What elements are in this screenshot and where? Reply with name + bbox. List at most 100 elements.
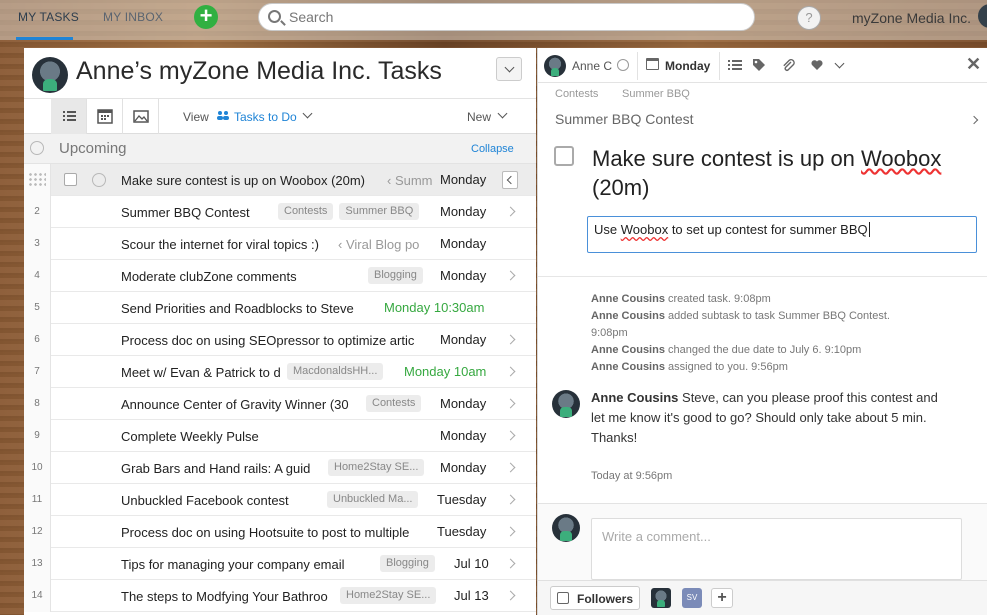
chevron-right-icon[interactable] [505,494,516,505]
due-date[interactable]: Jul 10 [454,556,489,571]
calendar-view-button[interactable] [87,99,123,134]
tag-pill[interactable]: Blogging [380,555,435,572]
tab-my-tasks[interactable]: MY TASKS [18,10,79,24]
assignee-status-circle[interactable] [617,59,629,71]
task-title[interactable]: Process doc on using SEOpressor to optim… [121,333,434,348]
chevron-down-icon[interactable] [302,108,313,119]
tag-pill[interactable]: Contests [366,395,422,412]
task-row[interactable]: 9 Complete Weekly Pulse Monday [24,420,536,452]
comment-author[interactable]: Anne Cousins [591,390,678,405]
task-title[interactable]: Summer BBQ Contest [121,205,272,220]
breadcrumb-tag[interactable]: Summer BBQ [622,88,690,100]
chevron-right-icon[interactable] [505,270,516,281]
followers-button[interactable]: Followers [550,586,640,610]
help-button[interactable]: ? [797,6,821,30]
task-title[interactable]: Scour the internet for viral topics :) [121,237,334,252]
new-dropdown[interactable]: New [467,110,491,124]
task-row[interactable]: 6 Process doc on using SEOpressor to opti… [24,324,536,356]
task-title[interactable]: Complete Weekly Pulse [121,429,434,444]
due-date[interactable]: Monday 10:30am [384,300,484,315]
subtasks-icon[interactable] [728,58,742,72]
activity-user[interactable]: Anne Cousins [591,361,665,373]
assignee-name[interactable]: Anne C [572,59,612,73]
tag-pill[interactable]: Contests [278,203,334,220]
due-date[interactable]: Monday [440,428,486,443]
task-row[interactable]: 4 Moderate clubZone comments Blogging Monda… [24,260,536,292]
chevron-right-icon[interactable] [969,115,979,125]
task-complete-circle[interactable] [92,173,106,187]
organization-name[interactable]: myZone Media Inc. [852,10,971,26]
tag-pill[interactable]: Home2Stay SE... [340,587,437,604]
add-task-button[interactable]: + [194,5,218,29]
tag-pill[interactable]: Summer BBQ [339,203,420,220]
tag-pill[interactable]: Home2Stay SE... [328,459,425,476]
parent-task-crumb[interactable]: ‹ Viral Blog po [338,237,434,252]
parent-task-crumb[interactable]: ‹ Summ [387,173,434,188]
due-date[interactable]: Monday [440,460,486,475]
due-date[interactable]: Monday [440,268,486,283]
chevron-left-icon[interactable] [502,171,518,189]
task-title[interactable]: Grab Bars and Hand rails: A guid [121,461,322,476]
task-title[interactable]: Tips for managing your company email [121,557,374,572]
task-row[interactable]: 10 Grab Bars and Hand rails: A guid Home2S… [24,452,536,484]
parent-task-link[interactable]: Summer BBQ Contest [555,111,694,127]
due-date[interactable]: Monday [440,332,486,347]
add-follower-button[interactable]: + [711,588,733,608]
due-date[interactable]: Jul 13 [454,588,489,603]
files-view-button[interactable] [123,99,159,134]
task-title[interactable]: Unbuckled Facebook contest [121,493,321,508]
activity-user[interactable]: Anne Cousins [591,310,665,322]
task-title[interactable]: Meet w/ Evan & Patrick to d [121,365,281,380]
heart-icon[interactable] [810,58,824,72]
due-date-button[interactable]: Monday [665,59,710,73]
due-date[interactable]: Monday 10am [404,364,486,379]
chevron-right-icon[interactable] [505,526,516,537]
task-row[interactable]: 2 Summer BBQ Contest Contests Summer BBQ Mon… [24,196,536,228]
activity-user[interactable]: Anne Cousins [591,293,665,305]
follower-avatar[interactable] [651,588,671,608]
task-row[interactable]: 12 Process doc on using Hootsuite to post… [24,516,536,548]
chevron-right-icon[interactable] [505,334,516,345]
task-complete-checkbox[interactable] [554,146,574,166]
tag-pill[interactable]: Unbuckled Ma... [327,491,419,508]
task-description-field[interactable]: Use Woobox to set up contest for summer … [587,216,977,253]
section-complete-circle[interactable] [30,141,44,155]
task-row[interactable]: 11 Unbuckled Facebook contest Unbuckled Ma… [24,484,536,516]
task-row[interactable]: 3 Scour the internet for viral topics :) ‹… [24,228,536,260]
task-title[interactable]: Send Priorities and Roadblocks to Steve [121,301,378,316]
chevron-down-icon[interactable] [834,58,845,69]
due-date[interactable]: Tuesday [437,524,486,539]
tag-pill[interactable]: Blogging [368,267,423,284]
chevron-right-icon[interactable] [505,590,516,601]
task-title[interactable]: Announce Center of Gravity Winner (30 [121,397,360,412]
task-title[interactable]: Process doc on using Hootsuite to post t… [121,525,431,540]
comment-input[interactable] [591,518,962,580]
title-menu-button[interactable] [496,57,522,81]
task-title[interactable]: The steps to Modfying Your Bathroo [121,589,334,604]
due-date[interactable]: Monday [440,396,486,411]
close-icon[interactable]: ✕ [966,54,981,75]
row-drag-handle[interactable] [24,164,51,196]
tag-icon[interactable] [752,58,766,72]
task-checkbox[interactable] [64,173,77,186]
activity-user[interactable]: Anne Cousins [591,344,665,356]
chevron-down-icon[interactable] [497,108,508,119]
chevron-right-icon[interactable] [505,558,516,569]
tab-my-inbox[interactable]: MY INBOX [103,10,163,24]
follower-avatar[interactable]: SV [682,588,702,608]
task-row[interactable]: 14 The steps to Modfying Your Bathroo Home… [24,580,536,612]
collapse-link[interactable]: Collapse [471,143,514,155]
due-date[interactable]: Tuesday [437,492,486,507]
task-row[interactable]: 8 Announce Center of Gravity Winner (30 Co… [24,388,536,420]
task-title[interactable]: Make sure contest is up on Woobox (20m) [121,173,383,188]
list-view-button[interactable] [51,99,87,134]
due-date[interactable]: Monday [440,236,486,251]
task-title[interactable]: Make sure contest is up on Woobox (20m) [592,144,952,202]
task-title[interactable]: Moderate clubZone comments [121,269,362,284]
chevron-right-icon[interactable] [505,398,516,409]
task-row[interactable]: 7 Meet w/ Evan & Patrick to d MacdonaldsHH… [24,356,536,388]
task-row[interactable]: Make sure contest is up on Woobox (20m) ‹… [24,164,536,196]
view-filter-dropdown[interactable]: Tasks to Do [234,110,297,124]
due-date[interactable]: Monday [440,172,486,187]
user-avatar[interactable] [978,4,987,28]
